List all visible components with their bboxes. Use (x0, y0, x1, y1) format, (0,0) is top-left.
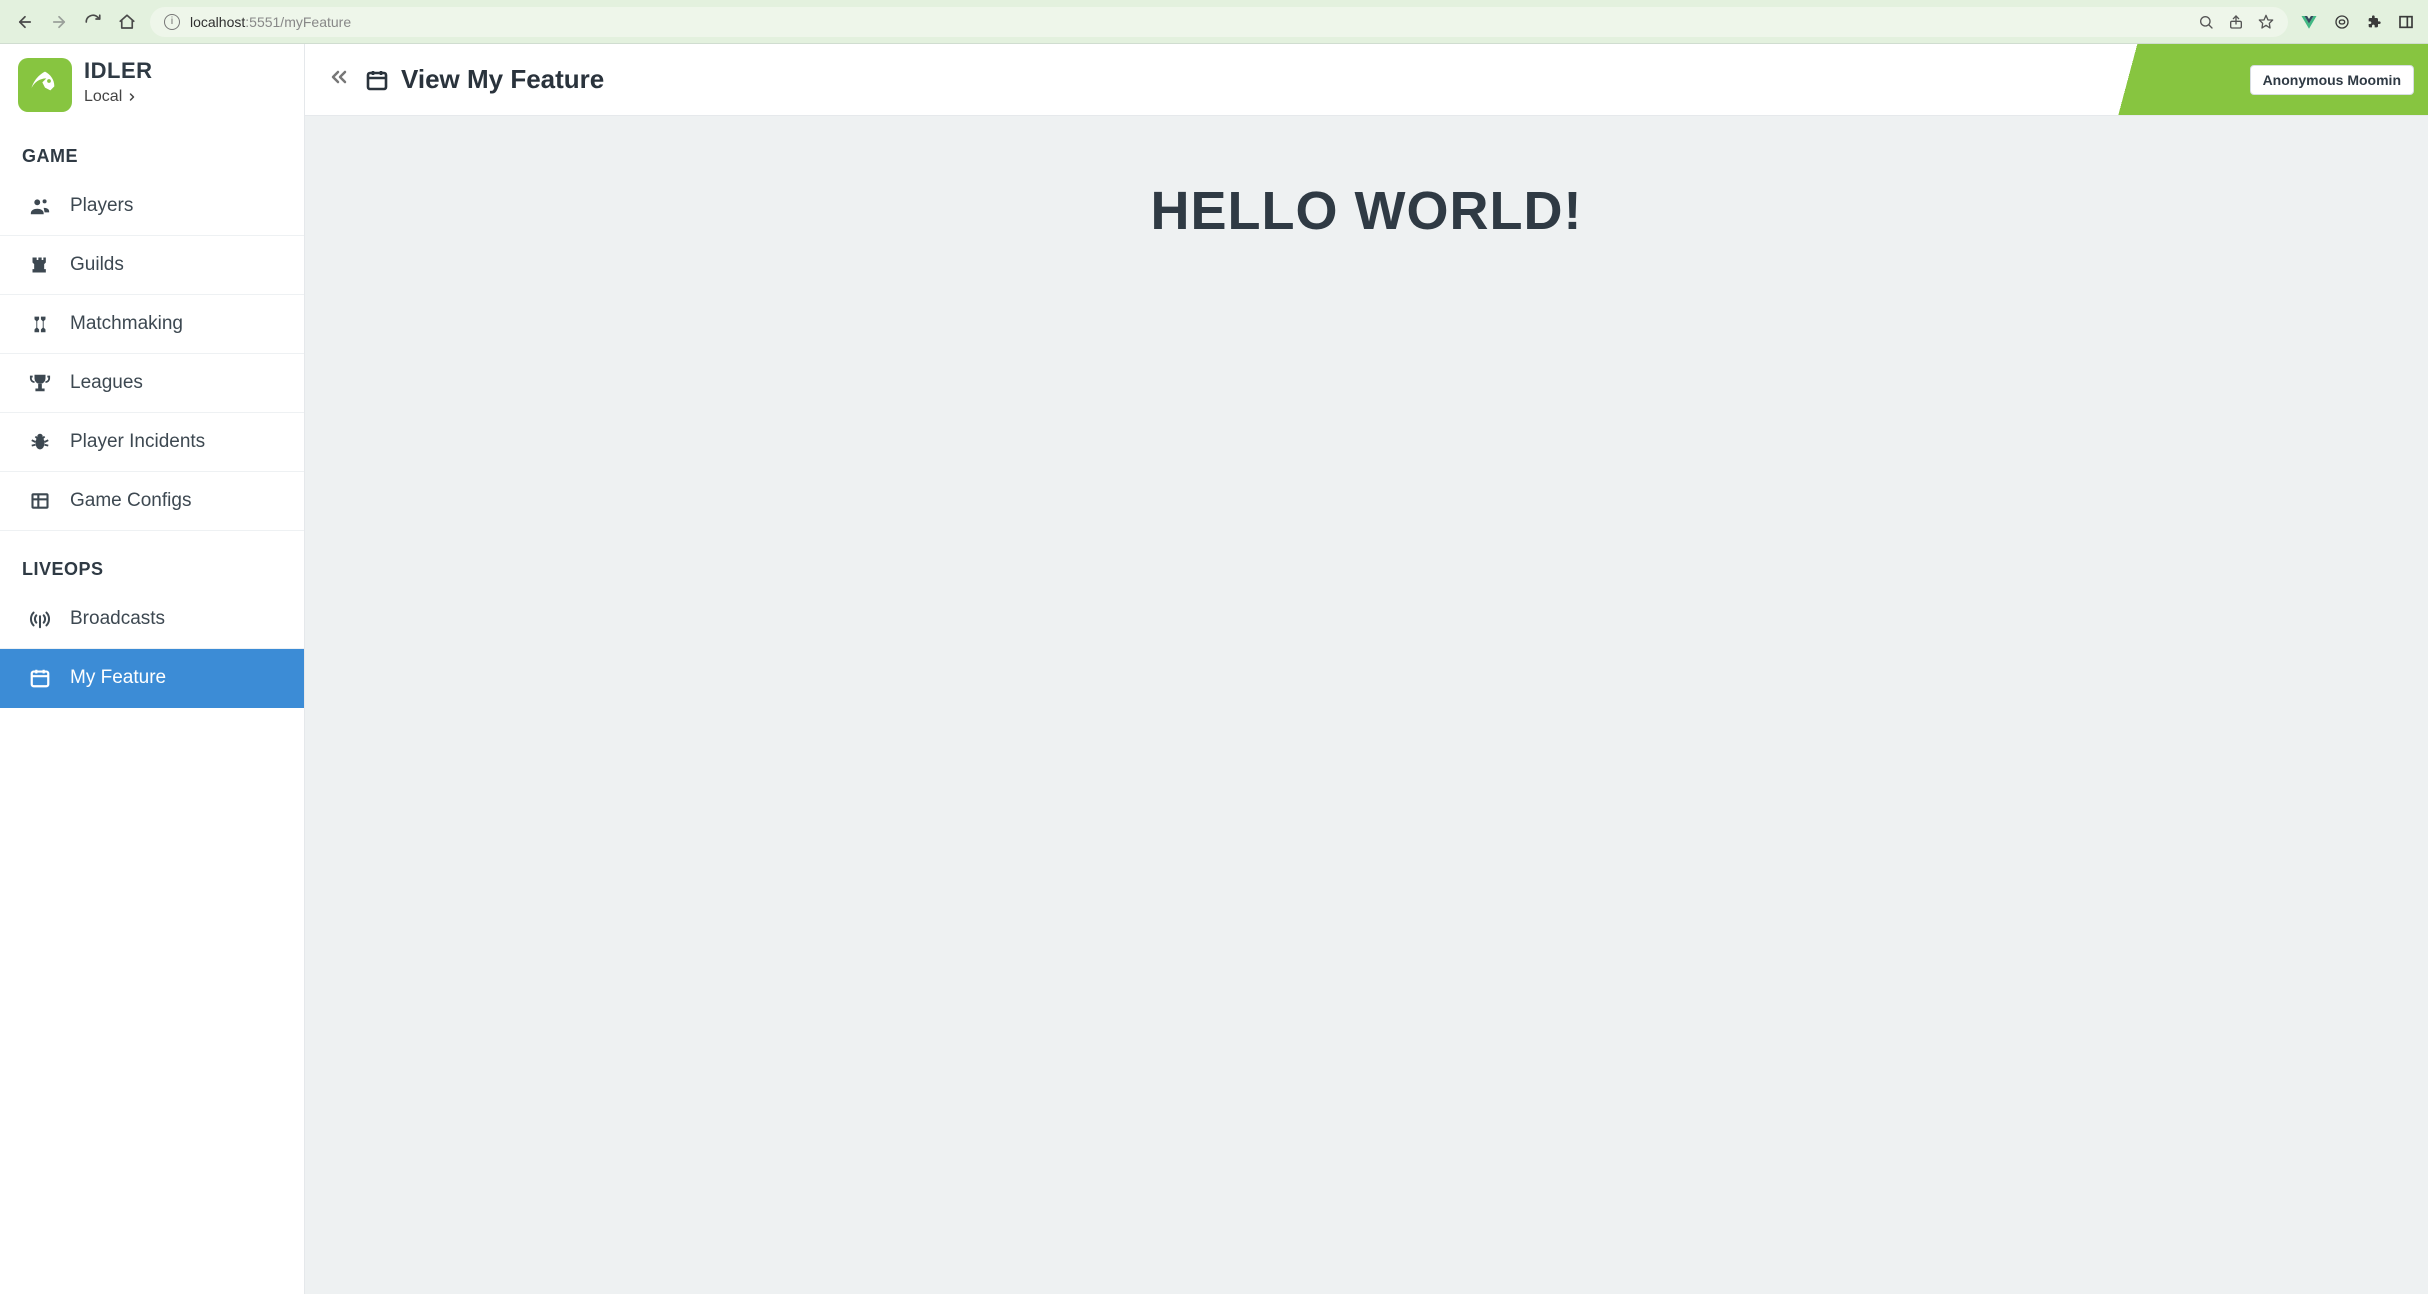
browser-chrome: i localhost:5551/myFeature (0, 0, 2428, 44)
extension-icon[interactable] (2334, 14, 2350, 30)
topbar: View My Feature Anonymous Moomin (305, 44, 2428, 116)
page-title-text: View My Feature (401, 64, 604, 95)
reload-icon (84, 13, 102, 31)
sidebar-collapse-button[interactable] (327, 65, 351, 94)
calendar-icon (365, 68, 389, 92)
antenna-icon (28, 608, 52, 630)
browser-home-button[interactable] (116, 11, 138, 33)
arrow-left-icon (16, 13, 34, 31)
sidebar-item-matchmaking[interactable]: Matchmaking (0, 295, 304, 354)
user-chip[interactable]: Anonymous Moomin (2250, 65, 2414, 95)
chevrons-left-icon (327, 65, 351, 89)
content-area: View My Feature Anonymous Moomin HELLO W… (305, 44, 2428, 1294)
app-shell: IDLER Local GAME Players Guilds (0, 44, 2428, 1294)
brand-block[interactable]: IDLER Local (0, 44, 304, 118)
sidebar-item-label: Players (70, 195, 133, 217)
sidebar-item-label: Player Incidents (70, 431, 205, 453)
url-path: :5551/myFeature (245, 14, 351, 30)
browser-url-bar[interactable]: i localhost:5551/myFeature (150, 7, 2288, 37)
home-icon (118, 13, 136, 31)
user-name: Anonymous Moomin (2263, 72, 2401, 88)
browser-reload-button[interactable] (82, 11, 104, 33)
brand-env-label: Local (84, 88, 122, 106)
bug-icon (28, 431, 52, 453)
calendar-icon (28, 667, 52, 689)
page-title: View My Feature (365, 64, 604, 95)
zoom-icon[interactable] (2198, 14, 2214, 30)
arrow-right-icon (50, 13, 68, 31)
users-icon (28, 195, 52, 217)
sidebar-section-game: GAME (0, 118, 304, 177)
sidebar-item-label: Matchmaking (70, 313, 183, 335)
star-icon[interactable] (2258, 14, 2274, 30)
hello-heading: HELLO WORLD! (1151, 180, 1583, 242)
chevron-right-icon (126, 91, 138, 103)
table-icon (28, 491, 52, 511)
sidebar-item-label: Leagues (70, 372, 143, 394)
sidebar-item-label: My Feature (70, 667, 166, 689)
brand-name: IDLER (84, 58, 153, 84)
brand-icon (18, 58, 72, 112)
sidebar-item-label: Guilds (70, 254, 124, 276)
brand-env[interactable]: Local (84, 88, 153, 106)
panel-icon[interactable] (2398, 14, 2414, 30)
sidebar-item-broadcasts[interactable]: Broadcasts (0, 590, 304, 649)
browser-back-button[interactable] (14, 11, 36, 33)
sidebar-item-leagues[interactable]: Leagues (0, 354, 304, 413)
main-body: HELLO WORLD! (305, 116, 2428, 1294)
sidebar-item-guilds[interactable]: Guilds (0, 236, 304, 295)
site-info-icon[interactable]: i (164, 14, 180, 30)
extensions-puzzle-icon[interactable] (2366, 14, 2382, 30)
sidebar-item-player-incidents[interactable]: Player Incidents (0, 413, 304, 472)
sidebar-item-my-feature[interactable]: My Feature (0, 649, 304, 708)
url-host: localhost (190, 14, 245, 30)
sidebar-item-players[interactable]: Players (0, 177, 304, 236)
browser-forward-button[interactable] (48, 11, 70, 33)
chess-icon (28, 313, 52, 335)
sidebar-item-label: Broadcasts (70, 608, 165, 630)
rocket-icon (29, 69, 61, 101)
sidebar-item-label: Game Configs (70, 490, 191, 512)
rook-icon (28, 254, 52, 276)
sidebar-item-game-configs[interactable]: Game Configs (0, 472, 304, 531)
sidebar-section-liveops: LIVEOPS (0, 531, 304, 590)
sidebar: IDLER Local GAME Players Guilds (0, 44, 305, 1294)
trophy-icon (28, 372, 52, 394)
browser-extensions (2300, 13, 2414, 31)
vue-devtools-icon[interactable] (2300, 13, 2318, 31)
share-icon[interactable] (2228, 14, 2244, 30)
